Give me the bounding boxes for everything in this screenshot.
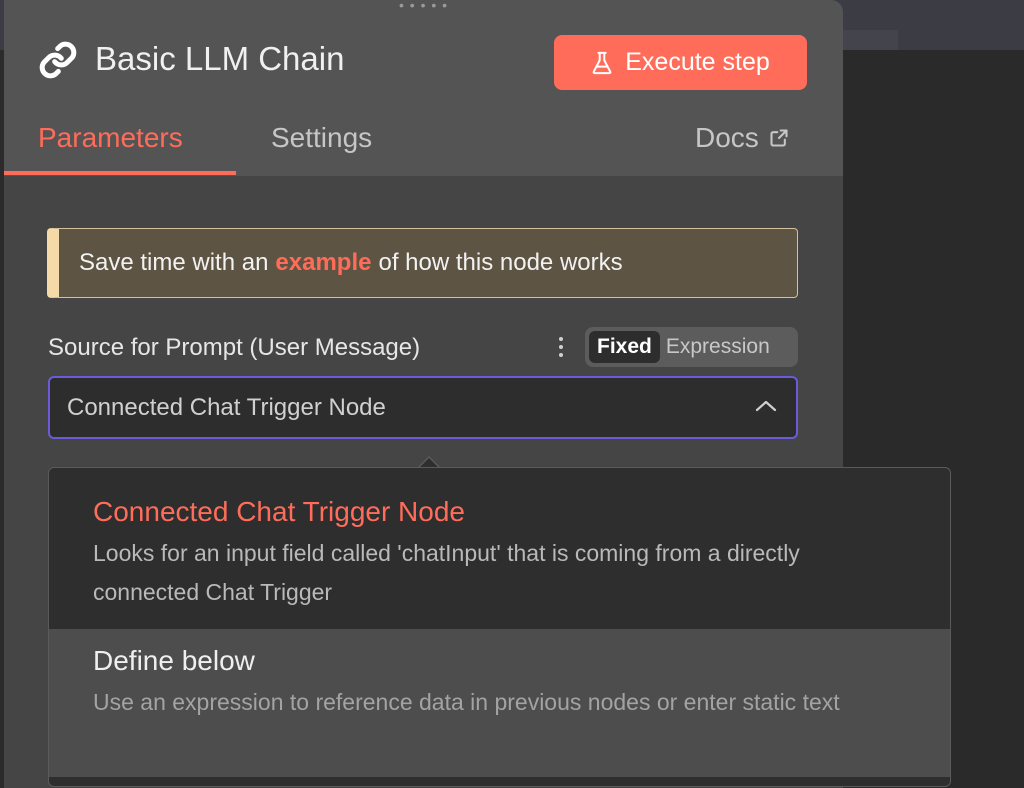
prompt-source-dropdown: Connected Chat Trigger Node Looks for an…	[48, 467, 951, 787]
fixed-expression-toggle[interactable]: Fixed Expression	[585, 327, 798, 367]
drag-handle[interactable]: • • • • •	[399, 0, 448, 13]
callout-text-before: Save time with an	[79, 249, 269, 276]
prompt-source-select[interactable]: Connected Chat Trigger Node	[48, 376, 798, 439]
tab-settings[interactable]: Settings	[271, 122, 372, 154]
tab-parameters[interactable]: Parameters	[38, 122, 183, 154]
tab-docs[interactable]: Docs	[695, 122, 789, 154]
toggle-expression[interactable]: Expression	[660, 331, 776, 363]
option-description: Looks for an input field called 'chatInp…	[93, 540, 800, 605]
execute-step-button[interactable]: Execute step	[554, 35, 807, 90]
link-icon	[39, 41, 77, 79]
example-callout: Save time with an example of how this no…	[47, 228, 798, 298]
dropdown-option-connected-chat-trigger[interactable]: Connected Chat Trigger Node Looks for an…	[49, 468, 950, 629]
callout-text-after: of how this node works	[378, 249, 623, 276]
panel-header: • • • • • Basic LLM Chain Execute step P…	[4, 0, 843, 176]
option-title: Define below	[93, 645, 255, 676]
field-options-icon[interactable]	[555, 333, 567, 361]
tab-docs-label: Docs	[695, 122, 759, 153]
active-tab-indicator	[4, 171, 236, 175]
execute-step-label: Execute step	[625, 48, 770, 76]
flask-icon	[592, 51, 612, 74]
example-link[interactable]: example	[275, 249, 371, 277]
select-value: Connected Chat Trigger Node	[67, 393, 386, 421]
option-description: Use an expression to reference data in p…	[93, 689, 840, 715]
option-title: Connected Chat Trigger Node	[93, 496, 465, 527]
canvas-tab	[843, 30, 898, 50]
dropdown-option-define-below[interactable]: Define below Use an expression to refere…	[49, 629, 950, 777]
node-title: Basic LLM Chain	[95, 40, 345, 77]
field-label: Source for Prompt (User Message)	[48, 334, 421, 361]
toggle-fixed[interactable]: Fixed	[589, 331, 660, 363]
external-link-icon	[770, 129, 788, 147]
chevron-up-icon	[755, 400, 777, 412]
